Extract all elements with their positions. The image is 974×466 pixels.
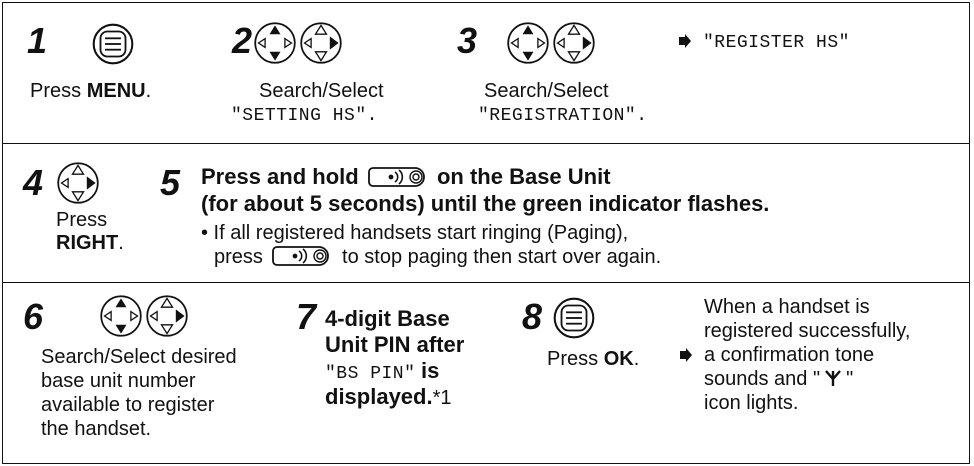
step7-line4: displayed.*1 — [325, 384, 452, 410]
menu-button-icon — [88, 21, 138, 67]
step8-result-line2: registered successfully, — [704, 320, 911, 342]
paging-button-icon — [271, 245, 333, 267]
step8-result-line4: sounds and " " — [704, 368, 854, 390]
arrow-right-icon — [679, 347, 693, 363]
step8-result-line1: When a handset is — [704, 296, 870, 318]
antenna-icon — [825, 369, 841, 387]
navigator-right-icon — [299, 21, 343, 65]
step-number: 7 — [296, 296, 317, 337]
step3-label: Search/Select — [484, 80, 609, 102]
step3-value: "REGISTRATION". — [478, 106, 648, 126]
arrow-right-icon — [678, 33, 692, 49]
step5-line1: Press and hold on the Base Unit — [201, 164, 611, 189]
step7-line2: Unit PIN after — [325, 332, 465, 357]
step2-label: Search/Select — [259, 80, 384, 102]
step6-line1: Search/Select desired — [41, 346, 237, 368]
step4-label-line2: RIGHT. — [56, 232, 124, 254]
navigator-right-icon — [56, 161, 100, 205]
step7-line3: "BS PIN" is — [325, 358, 440, 385]
navigator-up-down-icon — [99, 294, 143, 338]
navigator-up-down-icon — [253, 21, 297, 65]
step-number: 2 — [232, 20, 253, 61]
divider — [3, 282, 969, 283]
step8-result-line3: a confirmation tone — [704, 344, 875, 366]
step5-line2: (for about 5 seconds) until the green in… — [201, 191, 770, 216]
step3-result: "REGISTER HS" — [703, 33, 850, 53]
divider — [3, 143, 969, 144]
step5-note-line2: press to stop paging then start over aga… — [214, 245, 662, 268]
step6-line4: the handset. — [41, 418, 152, 440]
instruction-panel: 1 Press MENU. 2 Search/Select "SETTING H… — [2, 2, 970, 464]
step-number: 3 — [457, 20, 478, 61]
step5-note-line1: • If all registered handsets start ringi… — [201, 222, 629, 244]
step6-line3: available to register — [41, 394, 215, 416]
step-number: 5 — [160, 162, 181, 203]
step8-result-line5: icon lights. — [704, 392, 799, 414]
navigator-right-icon — [552, 21, 596, 65]
step2-value: "SETTING HS". — [231, 106, 378, 126]
step7-line1: 4-digit Base — [325, 306, 450, 331]
step-number: 1 — [27, 20, 48, 61]
navigator-up-down-icon — [506, 21, 550, 65]
navigator-right-icon — [145, 294, 189, 338]
step6-line2: base unit number — [41, 370, 196, 392]
step8-label: Press OK. — [547, 348, 640, 370]
step1-label: Press MENU. — [30, 80, 152, 102]
step-number: 4 — [23, 162, 44, 203]
step-number: 8 — [522, 296, 543, 337]
menu-button-icon — [549, 295, 599, 341]
step4-label-line1: Press — [56, 209, 108, 231]
paging-button-icon — [367, 166, 429, 188]
step-number: 6 — [23, 296, 44, 337]
